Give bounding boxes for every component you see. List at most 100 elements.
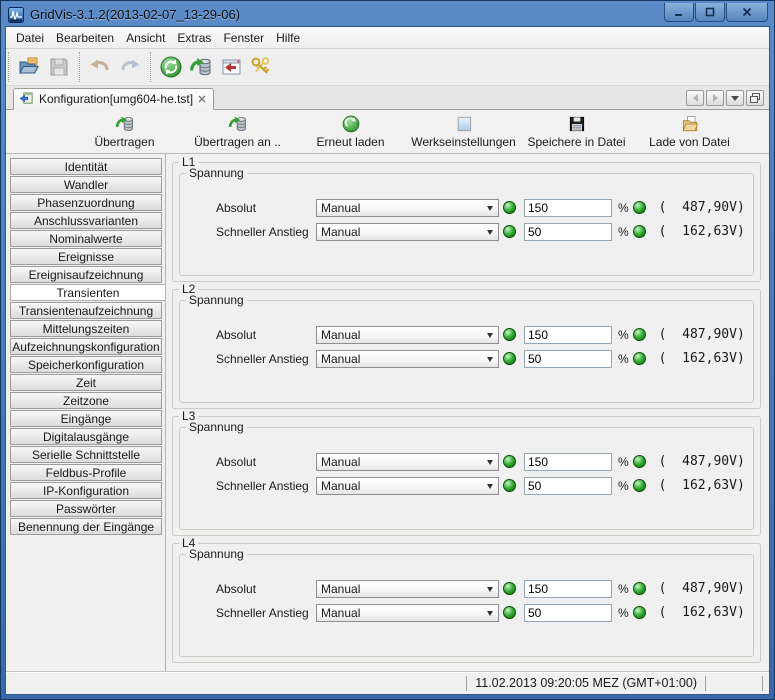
sidebar-item-phasenzuordnung[interactable]: Phasenzuordnung bbox=[10, 194, 162, 211]
menu-extras[interactable]: Extras bbox=[171, 28, 217, 48]
menu-ansicht[interactable]: Ansicht bbox=[120, 28, 171, 48]
scroll-tabs-right-button[interactable] bbox=[706, 90, 724, 106]
sidebar-item-eingaenge[interactable]: Eingänge bbox=[10, 410, 162, 427]
status-led-icon bbox=[503, 479, 516, 492]
sidebar-item-digitalausgaenge[interactable]: Digitalausgänge bbox=[10, 428, 162, 445]
minimize-button[interactable] bbox=[664, 3, 694, 22]
phase-panel-l4: L4 Spannung Absolut Manual % bbox=[172, 536, 761, 663]
redo-icon bbox=[118, 55, 142, 79]
close-tab-icon[interactable] bbox=[198, 95, 206, 103]
uebertragen-an-button[interactable]: Übertragen an .. bbox=[181, 114, 294, 149]
absolut-threshold-input[interactable] bbox=[524, 579, 612, 598]
arrow-left-icon bbox=[692, 94, 698, 102]
database-upload-icon bbox=[189, 55, 213, 79]
anstieg-mode-select[interactable]: Manual bbox=[316, 222, 499, 241]
menu-hilfe[interactable]: Hilfe bbox=[270, 28, 306, 48]
werkseinstellungen-button[interactable]: Werkseinstellungen bbox=[407, 114, 520, 149]
status-separator bbox=[762, 675, 763, 691]
phase-panel-l3: L3 Spannung Absolut Manual % bbox=[172, 409, 761, 536]
maximize-view-button[interactable] bbox=[746, 90, 764, 106]
absolut-mode-select[interactable]: Manual bbox=[316, 452, 499, 471]
anstieg-mode-select[interactable]: Manual bbox=[316, 476, 499, 495]
database-upload-icon bbox=[115, 114, 135, 134]
anstieg-mode-select[interactable]: Manual bbox=[316, 349, 499, 368]
titlebar[interactable]: GridVis-3.1.2(2013-02-07_13-29-06) bbox=[1, 1, 774, 26]
computed-voltage: ( 162,63V) bbox=[658, 224, 745, 239]
absolut-mode-select[interactable]: Manual bbox=[316, 325, 499, 344]
lade-von-datei-button[interactable]: Lade von Datei bbox=[633, 114, 746, 149]
connection-keys-button[interactable] bbox=[246, 52, 276, 82]
chevron-down-icon bbox=[487, 356, 493, 362]
menu-fenster[interactable]: Fenster bbox=[217, 28, 270, 48]
sidebar-item-mittelungszeiten[interactable]: Mittelungszeiten bbox=[10, 320, 162, 337]
anstieg-threshold-input[interactable] bbox=[524, 603, 612, 622]
sidebar-item-ereignisse[interactable]: Ereignisse bbox=[10, 248, 162, 265]
computed-voltage: ( 162,63V) bbox=[658, 605, 745, 620]
status-led-icon bbox=[632, 606, 646, 619]
computed-voltage: ( 487,90V) bbox=[658, 454, 745, 469]
sidebar-item-benennung-der-eingaenge[interactable]: Benennung der Eingänge bbox=[10, 518, 162, 535]
reload-icon bbox=[341, 114, 361, 134]
sidebar-item-zeit[interactable]: Zeit bbox=[10, 374, 162, 391]
sidebar-item-feldbus-profile[interactable]: Feldbus-Profile bbox=[10, 464, 162, 481]
sidebar-item-identitaet[interactable]: Identität bbox=[10, 158, 162, 175]
sidebar-item-transientenaufzeichnung[interactable]: Transientenaufzeichnung bbox=[10, 302, 162, 319]
close-button[interactable] bbox=[726, 3, 768, 22]
absolut-mode-select[interactable]: Manual bbox=[316, 198, 499, 217]
absolut-mode-select[interactable]: Manual bbox=[316, 579, 499, 598]
anstieg-threshold-input[interactable] bbox=[524, 476, 612, 495]
tab-konfiguration[interactable]: Konfiguration[umg604-he.tst] bbox=[13, 88, 215, 110]
sidebar-item-anschlussvarianten[interactable]: Anschlussvarianten bbox=[10, 212, 162, 229]
client-area: Datei Bearbeiten Ansicht Extras Fenster … bbox=[5, 26, 770, 695]
absolut-threshold-input[interactable] bbox=[524, 452, 612, 471]
menu-datei[interactable]: Datei bbox=[10, 28, 50, 48]
sidebar-item-nominalwerte[interactable]: Nominalwerte bbox=[10, 230, 162, 247]
sidebar-item-serielle-schnittstelle[interactable]: Serielle Schnittstelle bbox=[10, 446, 162, 463]
anstieg-threshold-input[interactable] bbox=[524, 349, 612, 368]
sidebar-item-aufzeichnungskonfiguration[interactable]: Aufzeichnungskonfiguration bbox=[10, 338, 162, 355]
sidebar-item-passwoerter[interactable]: Passwörter bbox=[10, 500, 162, 517]
redo-button[interactable] bbox=[115, 52, 145, 82]
voltage-group: Spannung Absolut Manual % ( 487,90V) bbox=[179, 293, 754, 403]
sync-device-button[interactable] bbox=[156, 52, 186, 82]
sidebar-item-zeitzone[interactable]: Zeitzone bbox=[10, 392, 162, 409]
status-led-icon bbox=[632, 328, 646, 341]
app-window: GridVis-3.1.2(2013-02-07_13-29-06) Datei… bbox=[0, 0, 775, 700]
keys-icon bbox=[249, 55, 273, 79]
sidebar-item-wandler[interactable]: Wandler bbox=[10, 176, 162, 193]
anstieg-mode-select[interactable]: Manual bbox=[316, 603, 499, 622]
statusbar: 11.02.2013 09:20:05 MEZ (GMT+01:00) bbox=[6, 671, 769, 694]
uebertragen-button[interactable]: Übertragen bbox=[68, 114, 181, 149]
sidebar-item-speicherkonfiguration[interactable]: Speicherkonfiguration bbox=[10, 356, 162, 373]
absolut-threshold-input[interactable] bbox=[524, 325, 612, 344]
open-file-button[interactable] bbox=[14, 52, 44, 82]
close-icon bbox=[741, 6, 753, 18]
schneller-anstieg-row: Schneller Anstieg Manual % ( 162,63V) bbox=[216, 476, 747, 495]
speichere-in-datei-button[interactable]: Speichere in Datei bbox=[520, 114, 633, 149]
config-sidebar: Identität Wandler Phasenzuordnung Anschl… bbox=[6, 154, 166, 671]
status-led-icon bbox=[503, 225, 516, 238]
voltage-group-title: Spannung bbox=[186, 166, 247, 180]
configuration-tab-icon bbox=[19, 91, 34, 106]
sidebar-item-ip-konfiguration[interactable]: IP-Konfiguration bbox=[10, 482, 162, 499]
menubar: Datei Bearbeiten Ansicht Extras Fenster … bbox=[6, 27, 769, 49]
absolut-row: Absolut Manual % ( 487,90V) bbox=[216, 198, 747, 217]
sidebar-item-ereignisaufzeichnung[interactable]: Ereignisaufzeichnung bbox=[10, 266, 162, 283]
undo-button[interactable] bbox=[85, 52, 115, 82]
chevron-down-icon bbox=[487, 586, 493, 592]
transfer-database-button[interactable] bbox=[186, 52, 216, 82]
scroll-tabs-left-button[interactable] bbox=[686, 90, 704, 106]
row-label: Absolut bbox=[216, 327, 257, 342]
undo-icon bbox=[88, 55, 112, 79]
transienten-panel: L1 Spannung Absolut Manual % bbox=[166, 154, 769, 671]
menu-bearbeiten[interactable]: Bearbeiten bbox=[50, 28, 120, 48]
sidebar-item-transienten[interactable]: Transienten bbox=[10, 284, 165, 301]
save-button[interactable] bbox=[44, 52, 74, 82]
anstieg-threshold-input[interactable] bbox=[524, 222, 612, 241]
action-label: Speichere in Datei bbox=[527, 135, 626, 149]
import-window-button[interactable] bbox=[216, 52, 246, 82]
tab-list-dropdown-button[interactable] bbox=[726, 90, 744, 106]
maximize-button[interactable] bbox=[695, 3, 725, 22]
erneut-laden-button[interactable]: Erneut laden bbox=[294, 114, 407, 149]
absolut-threshold-input[interactable] bbox=[524, 198, 612, 217]
